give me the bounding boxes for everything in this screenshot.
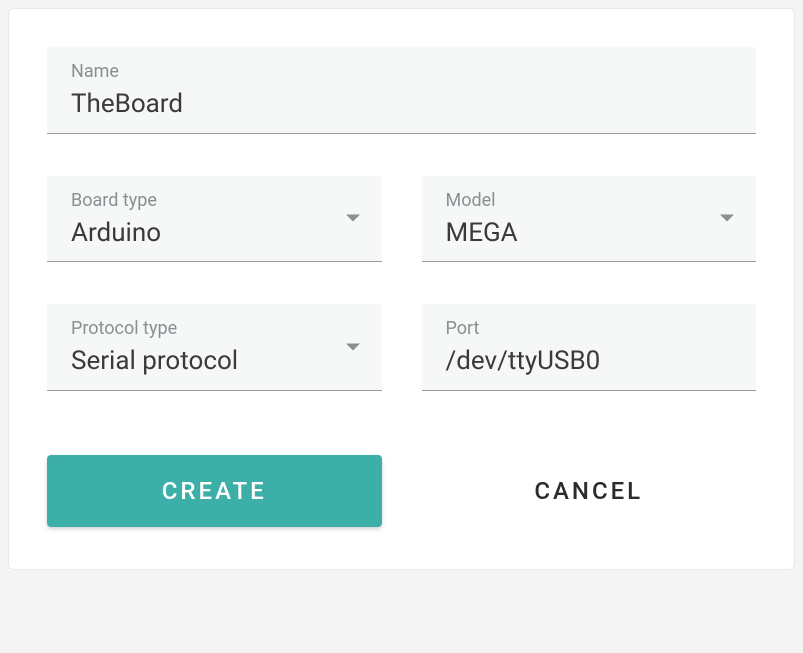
model-field[interactable]: Model MEGA — [422, 176, 757, 263]
row-protocol-port: Protocol type Serial protocol Port /dev/… — [47, 304, 756, 391]
chevron-down-icon — [346, 343, 360, 350]
board-config-card: Name TheBoard Board type Arduino Model M… — [8, 8, 795, 570]
actions-row: CREATE CANCEL — [47, 455, 756, 527]
chevron-down-icon — [720, 215, 734, 222]
row-board-model: Board type Arduino Model MEGA — [47, 176, 756, 263]
protocol-type-select[interactable]: Serial protocol — [71, 345, 358, 378]
model-label: Model — [446, 190, 733, 211]
port-input[interactable]: /dev/ttyUSB0 — [446, 345, 733, 378]
model-select[interactable]: MEGA — [446, 217, 733, 250]
name-input[interactable]: TheBoard — [71, 88, 732, 121]
cancel-button[interactable]: CANCEL — [422, 455, 757, 527]
board-type-select[interactable]: Arduino — [71, 217, 358, 250]
create-button[interactable]: CREATE — [47, 455, 382, 527]
protocol-type-field[interactable]: Protocol type Serial protocol — [47, 304, 382, 391]
chevron-down-icon — [346, 215, 360, 222]
board-type-field[interactable]: Board type Arduino — [47, 176, 382, 263]
board-type-label: Board type — [71, 190, 358, 211]
port-field[interactable]: Port /dev/ttyUSB0 — [422, 304, 757, 391]
name-label: Name — [71, 61, 732, 82]
port-label: Port — [446, 318, 733, 339]
name-field[interactable]: Name TheBoard — [47, 47, 756, 134]
protocol-type-label: Protocol type — [71, 318, 358, 339]
